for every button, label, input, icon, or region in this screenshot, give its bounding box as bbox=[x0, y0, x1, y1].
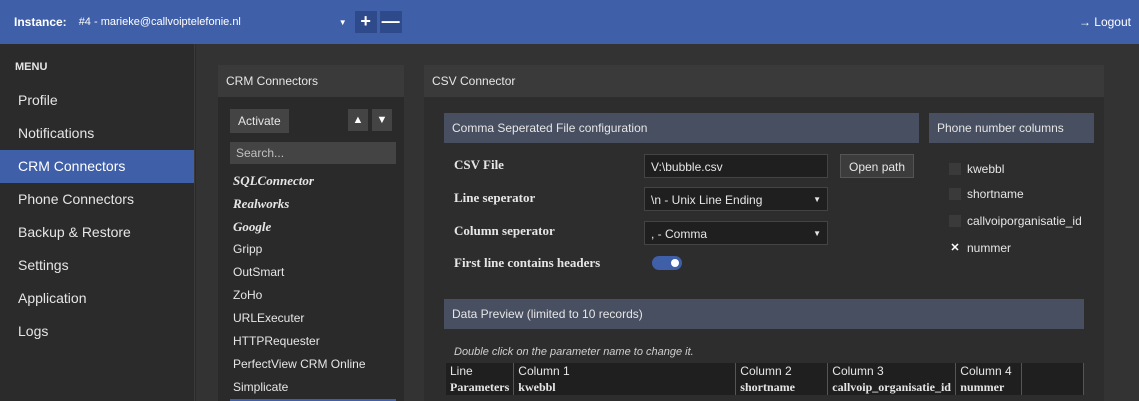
remove-instance-button[interactable]: — bbox=[379, 11, 402, 33]
sidebar-item-profile[interactable]: Profile bbox=[0, 84, 194, 117]
list-item[interactable]: HTTPRequester bbox=[230, 330, 396, 353]
line-separator-value: \n - Unix Line Ending bbox=[651, 193, 763, 207]
checkbox[interactable] bbox=[949, 188, 961, 200]
toggle-knob bbox=[671, 259, 679, 267]
list-item[interactable]: OutSmart bbox=[230, 261, 396, 284]
chevron-down-icon: ▼ bbox=[813, 229, 821, 238]
parameter-name-cell[interactable]: nummer bbox=[955, 379, 1023, 395]
table-header-cell: Line bbox=[446, 363, 515, 379]
list-item[interactable]: ZoHo bbox=[230, 284, 396, 307]
preview-hint: Double click on the parameter name to ch… bbox=[454, 346, 694, 358]
sidebar-item-logs[interactable]: Logs bbox=[0, 315, 194, 348]
main-content: CRM Connectors Activate ▲ ▼ SQLConnector… bbox=[196, 44, 1139, 401]
column-separator-select[interactable]: , - Comma ▼ bbox=[644, 221, 828, 245]
list-item[interactable]: Gripp bbox=[230, 238, 396, 261]
table-cell: Parameters bbox=[446, 379, 515, 395]
table-header-cell bbox=[1021, 363, 1084, 379]
parameter-name-cell[interactable]: shortname bbox=[735, 379, 829, 395]
crm-panel-title: CRM Connectors bbox=[218, 65, 404, 97]
table-header-cell: Column 2 bbox=[735, 363, 829, 379]
menu-title: MENU bbox=[15, 61, 48, 73]
preview-section-title: Data Preview (limited to 10 records) bbox=[444, 299, 1084, 329]
phone-columns-title: Phone number columns bbox=[929, 113, 1094, 143]
phone-column-label: shortname bbox=[967, 187, 1024, 201]
table-header-cell: Column 1 bbox=[513, 363, 737, 379]
parameter-name-cell[interactable]: callvoip_organisatie_id bbox=[827, 379, 957, 395]
checkbox[interactable] bbox=[949, 163, 961, 175]
line-separator-label: Line seperator bbox=[454, 190, 536, 205]
csv-connector-panel: CSV Connector Comma Seperated File confi… bbox=[424, 65, 1104, 401]
move-up-button[interactable]: ▲ bbox=[348, 109, 368, 131]
phone-column-kwebbl[interactable]: kwebbl bbox=[949, 162, 1004, 176]
table-header-row: Line Column 1 Column 2 Column 3 Column 4 bbox=[446, 363, 1084, 379]
chevron-down-icon[interactable]: ▼ bbox=[339, 18, 347, 27]
sidebar: MENU Profile Notifications CRM Connector… bbox=[0, 44, 195, 401]
sidebar-item-notifications[interactable]: Notifications bbox=[0, 117, 194, 150]
preview-table: Line Column 1 Column 2 Column 3 Column 4… bbox=[446, 363, 1084, 395]
logout-link[interactable]: → Logout bbox=[1079, 15, 1131, 29]
column-separator-label: Column seperator bbox=[454, 223, 555, 238]
top-bar: Instance: #4 - marieke@callvoiptelefonie… bbox=[0, 0, 1139, 44]
table-header-cell: Column 4 bbox=[955, 363, 1023, 379]
crm-list: SQLConnector Realworks Google Gripp OutS… bbox=[230, 169, 396, 401]
phone-column-callvoiporganisatie-id[interactable]: callvoiporganisatie_id bbox=[949, 214, 1082, 228]
line-separator-select[interactable]: \n - Unix Line Ending ▼ bbox=[644, 187, 828, 211]
config-section-title: Comma Seperated File configuration bbox=[444, 113, 919, 143]
column-separator-value: , - Comma bbox=[651, 227, 708, 241]
list-item[interactable]: PerfectView CRM Online bbox=[230, 353, 396, 376]
phone-column-nummer[interactable]: ✕ nummer bbox=[949, 241, 1011, 255]
open-path-button[interactable]: Open path bbox=[840, 154, 915, 178]
list-item[interactable]: Simplicate bbox=[230, 376, 396, 399]
sidebar-item-crm-connectors[interactable]: CRM Connectors bbox=[0, 150, 194, 183]
instance-label: Instance: bbox=[14, 15, 67, 29]
phone-column-label: kwebbl bbox=[967, 162, 1005, 176]
table-row: Parameters kwebbl shortname callvoip_org… bbox=[446, 379, 1084, 395]
checkbox[interactable] bbox=[949, 215, 961, 227]
list-item[interactable]: SQLConnector bbox=[230, 169, 396, 192]
list-item[interactable]: Google bbox=[230, 215, 396, 238]
headers-toggle[interactable] bbox=[652, 256, 682, 270]
headers-label: First line contains headers bbox=[454, 255, 601, 270]
move-down-button[interactable]: ▼ bbox=[372, 109, 392, 131]
csv-file-input[interactable]: V:\bubble.csv bbox=[644, 154, 828, 178]
sidebar-item-backup-restore[interactable]: Backup & Restore bbox=[0, 216, 194, 249]
parameter-name-cell[interactable]: kwebbl bbox=[513, 379, 737, 395]
checkbox-checked[interactable]: ✕ bbox=[949, 242, 961, 254]
crm-connectors-panel: CRM Connectors Activate ▲ ▼ SQLConnector… bbox=[218, 65, 404, 401]
csv-file-label: CSV File bbox=[454, 157, 504, 172]
list-item[interactable]: URLExecuter bbox=[230, 307, 396, 330]
activate-button[interactable]: Activate bbox=[230, 109, 289, 133]
sidebar-item-phone-connectors[interactable]: Phone Connectors bbox=[0, 183, 194, 216]
instance-select[interactable]: #4 - marieke@callvoiptelefonie.nl bbox=[79, 16, 329, 28]
chevron-down-icon: ▼ bbox=[813, 195, 821, 204]
add-instance-button[interactable]: + bbox=[354, 11, 377, 33]
list-item[interactable]: Realworks bbox=[230, 192, 396, 215]
sidebar-item-application[interactable]: Application bbox=[0, 282, 194, 315]
csv-panel-title: CSV Connector bbox=[424, 65, 1104, 97]
search-input[interactable] bbox=[230, 142, 396, 164]
sidebar-item-settings[interactable]: Settings bbox=[0, 249, 194, 282]
table-header-cell: Column 3 bbox=[827, 363, 957, 379]
phone-column-label: callvoiporganisatie_id bbox=[967, 214, 1082, 228]
table-cell bbox=[1021, 379, 1084, 395]
phone-column-shortname[interactable]: shortname bbox=[949, 187, 1024, 201]
phone-column-label: nummer bbox=[967, 241, 1012, 255]
